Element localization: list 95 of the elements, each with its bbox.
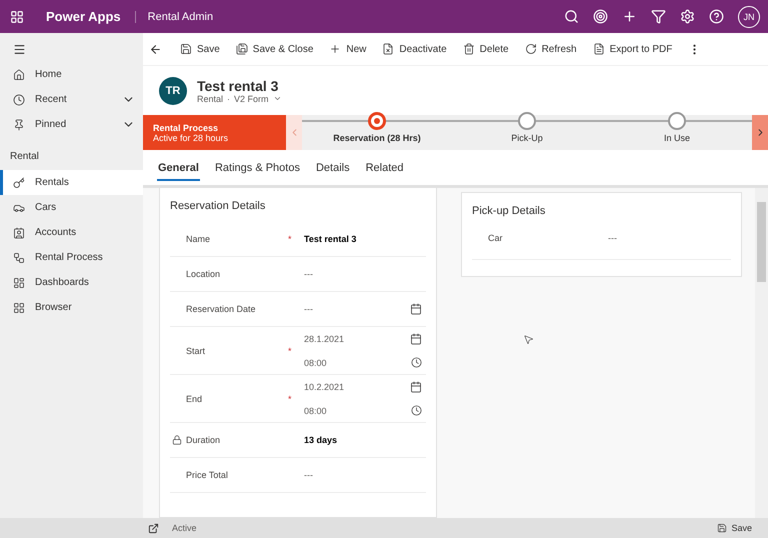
target-icon[interactable] (593, 9, 608, 24)
lock-icon (172, 435, 182, 445)
app-launcher-icon[interactable] (10, 10, 24, 24)
required-mark: * (288, 234, 292, 244)
filter-icon[interactable] (651, 9, 666, 24)
time-value[interactable]: 08:00 (304, 406, 327, 416)
sidebar-item[interactable]: Rentals (0, 170, 143, 195)
calendar-icon (410, 333, 422, 345)
process-banner[interactable]: Rental Process Active for 28 hours (143, 115, 286, 150)
clock-icon (13, 94, 25, 106)
status-save-button[interactable]: Save (711, 522, 758, 534)
delete-icon (462, 43, 475, 55)
command-button[interactable]: Save & Close (230, 39, 320, 59)
scrollbar[interactable] (755, 188, 768, 518)
record-avatar: TR (159, 76, 187, 104)
open-window-icon[interactable] (148, 522, 159, 534)
save-close-icon (236, 43, 248, 55)
home-icon (13, 68, 25, 80)
sidebar-item[interactable]: Dashboards (0, 270, 143, 295)
flow-icon (13, 252, 25, 264)
contact-card-icon (13, 226, 25, 238)
plus-icon[interactable] (622, 9, 637, 24)
pin-icon (13, 118, 25, 130)
field-value[interactable]: --- (304, 269, 313, 279)
time-value[interactable]: 08:00 (304, 358, 327, 368)
sidebar-item[interactable]: Browser (0, 295, 143, 320)
sidebar-item[interactable]: Rental Process (0, 245, 143, 270)
plus-icon (329, 43, 342, 55)
process-stage[interactable]: In Use (602, 115, 752, 150)
entity-name: Rental (197, 94, 224, 104)
field-label: Price Total (186, 470, 228, 480)
section-title: Reservation Details (170, 199, 266, 214)
record-status: Active (172, 523, 197, 533)
clock-icon (411, 357, 422, 368)
document-icon (592, 43, 605, 55)
user-avatar[interactable]: JN (738, 6, 760, 28)
sidebar-item[interactable]: Cars (0, 195, 143, 220)
back-icon[interactable] (149, 42, 162, 56)
command-button[interactable]: New (323, 39, 372, 59)
refresh-icon (524, 43, 537, 55)
date-value[interactable]: 10.2.2021 (304, 382, 344, 392)
field-value[interactable]: --- (304, 470, 313, 480)
field-label: Reservation Date (186, 304, 256, 314)
process-stage[interactable]: Pick-Up (452, 115, 602, 150)
sidebar-item[interactable]: Home (0, 62, 143, 87)
field-label: Name (186, 234, 210, 244)
record-title: Test rental 3 (197, 78, 280, 94)
form-tab[interactable]: Related (364, 154, 405, 181)
key-icon (13, 176, 25, 188)
sidebar-item[interactable]: Recent (0, 87, 143, 112)
section-title: Pick-up Details (472, 204, 546, 219)
field-value[interactable]: 13 days (304, 435, 338, 445)
process-name: Rental Process (153, 122, 220, 132)
field-label: Car (488, 233, 504, 243)
field-label: Duration (186, 435, 220, 445)
settings-icon[interactable] (680, 9, 695, 24)
form-tab[interactable]: General (157, 154, 200, 181)
mouse-cursor-icon (523, 334, 534, 345)
command-button[interactable]: Export to PDF (586, 39, 678, 59)
grid-icon (13, 302, 25, 314)
area-name: Rental Admin (134, 10, 214, 22)
calendar-icon (410, 303, 422, 315)
save-icon (180, 43, 192, 55)
field-label: End (186, 394, 202, 404)
clock-icon (411, 405, 422, 416)
dashboard-icon (13, 276, 25, 288)
calendar-icon (410, 381, 422, 393)
field-value[interactable]: --- (608, 233, 617, 243)
chevron-icon (272, 94, 282, 103)
command-button[interactable]: Save (174, 39, 226, 59)
search-icon[interactable] (564, 9, 579, 24)
process-stage[interactable]: Reservation (28 Hrs) (302, 115, 452, 150)
required-mark: * (288, 394, 292, 404)
field-value[interactable]: --- (304, 304, 313, 314)
save-icon (717, 523, 728, 533)
process-status: Active for 28 hours (153, 132, 230, 142)
date-value[interactable]: 28.1.2021 (304, 334, 344, 344)
command-button[interactable]: Refresh (518, 39, 583, 59)
sidebar-item[interactable]: Accounts (0, 220, 143, 245)
app-name: Power Apps (46, 9, 121, 24)
field-label: Start (186, 346, 206, 356)
help-icon[interactable] (709, 9, 724, 24)
field-value[interactable]: Test rental 3 (304, 234, 356, 244)
form-selector[interactable]: V2 Form (234, 94, 269, 104)
command-button[interactable]: Deactivate (376, 39, 453, 59)
menu-icon[interactable] (13, 43, 26, 56)
field-label: Location (186, 269, 220, 279)
form-tab[interactable]: Ratings & Photos (214, 154, 301, 181)
group-title: Rental (9, 150, 40, 164)
separator-dot: · (227, 94, 230, 104)
document-x-icon (382, 43, 394, 55)
form-tab[interactable]: Details (314, 154, 351, 181)
required-mark: * (288, 346, 292, 356)
sidebar-item[interactable]: Pinned (0, 112, 143, 137)
command-button[interactable]: Delete (456, 39, 515, 59)
